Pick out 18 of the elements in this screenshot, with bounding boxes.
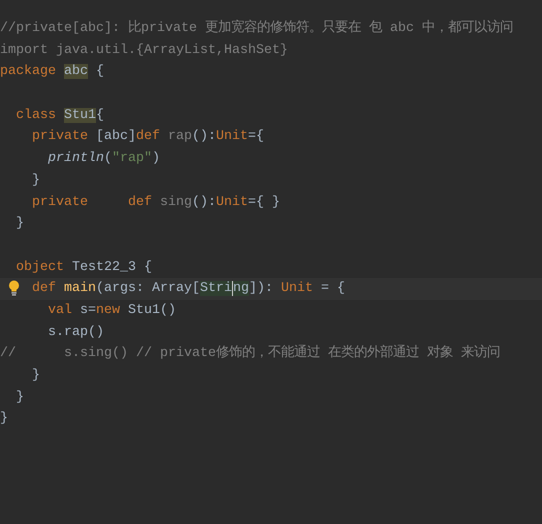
code-line: } — [14, 390, 24, 405]
code-line: s.rap() — [46, 324, 104, 340]
code-line: def main(args: Array[String]): Unit = { — [30, 281, 345, 296]
code-line: // s.sing() // private修饰的，不能通过 在类的外部通过 对象 来访问 — [0, 346, 500, 362]
lightbulb-icon[interactable] — [8, 280, 20, 296]
code-line: } — [30, 172, 40, 188]
code-line: package abc { — [0, 64, 104, 80]
code-line: } — [0, 411, 8, 426]
code-line: //private[abc]: 比private 更加宽容的修饰符。只要在 包 abc 中，都可以访问 — [0, 21, 513, 36]
code-line: println("rap") — [46, 151, 160, 166]
code-line: private [abc]def rap():Unit={ — [30, 129, 264, 144]
code-line: private def sing():Unit={ } — [30, 194, 280, 210]
code-line: } — [30, 368, 40, 383]
code-line: class Stu1{ — [14, 108, 104, 123]
code-line: } — [14, 216, 24, 232]
code-line: object Test22_3 { — [14, 260, 152, 275]
code-line: val s=new Stu1() — [46, 302, 176, 318]
code-line: import java.util.{ArrayList,HashSet} — [0, 42, 288, 58]
